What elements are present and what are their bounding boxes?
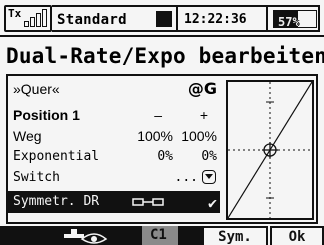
- status-bar: Tx Standard 12:22:36 57%: [0, 0, 324, 37]
- position-label: Position 1: [13, 107, 80, 123]
- curve-graph: [226, 80, 314, 220]
- expo-plus-value[interactable]: 0%: [201, 149, 217, 164]
- softkey-blank: [0, 226, 30, 245]
- check-icon: ✔: [207, 194, 217, 212]
- symmetric-dr-label: Symmetr. DR: [13, 194, 100, 209]
- model-name: Standard: [57, 12, 127, 28]
- switch-link-icon: [132, 198, 164, 206]
- travel-minus-value[interactable]: 100%: [137, 128, 173, 144]
- clock-time: 12:22:36: [184, 12, 247, 27]
- travel-label: Weg: [13, 128, 42, 144]
- switch-label: Switch: [13, 170, 60, 185]
- page-title: Dual-Rate/Expo bearbeiten: [6, 44, 324, 68]
- switch-row[interactable]: Switch ...: [8, 167, 220, 188]
- exponential-label: Exponential: [13, 149, 100, 164]
- battery-box: 57%: [268, 5, 320, 32]
- travel-row[interactable]: Weg 100% 100%: [8, 125, 220, 146]
- signal-bar-icon: [24, 21, 29, 27]
- signal-indicator: Tx: [4, 5, 52, 32]
- exponential-row[interactable]: Exponential 0% 0%: [8, 146, 220, 167]
- transmitter-screen: Tx Standard 12:22:36 57% Dual-Rate/Expo …: [0, 0, 324, 245]
- travel-plus-value[interactable]: 100%: [181, 128, 217, 144]
- battery-percent: 57%: [278, 15, 300, 29]
- c1-label: C1: [150, 227, 167, 243]
- dr-expo-panel: »Quer« @G Position 1 – + Weg 100% 100% E…: [6, 74, 318, 224]
- signal-bar-icon: [30, 17, 35, 27]
- function-row: »Quer« @G: [8, 78, 220, 99]
- switch-value[interactable]: ...: [175, 170, 198, 185]
- model-type-icon: [156, 11, 172, 27]
- model-name-box: Standard: [52, 5, 178, 32]
- softkey-sym[interactable]: Sym.: [202, 226, 268, 245]
- expo-minus-value[interactable]: 0%: [157, 149, 173, 164]
- softkey-ok[interactable]: Ok: [270, 226, 324, 245]
- position-row[interactable]: Position 1 – +: [8, 104, 220, 125]
- function-label: »Quer«: [13, 81, 60, 97]
- symmetric-dr-row[interactable]: Symmetr. DR ✔: [8, 191, 220, 213]
- switch-select-icon[interactable]: [202, 170, 216, 184]
- tx-label: Tx: [8, 7, 22, 20]
- softkey-trim-view[interactable]: [30, 226, 120, 245]
- aileron-function-icon: @G: [187, 79, 217, 98]
- curve-plot: [227, 81, 313, 219]
- signal-bar-icon: [42, 9, 47, 27]
- signal-bar-icon: [36, 13, 41, 27]
- softkey-bar: C1 Sym. Ok: [0, 226, 324, 245]
- throttle-eye-icon: [64, 229, 108, 244]
- minus-side-label: –: [154, 107, 162, 123]
- softkey-c1[interactable]: C1: [120, 226, 202, 245]
- clock-box: 12:22:36: [178, 5, 268, 32]
- plus-side-label: +: [199, 107, 208, 123]
